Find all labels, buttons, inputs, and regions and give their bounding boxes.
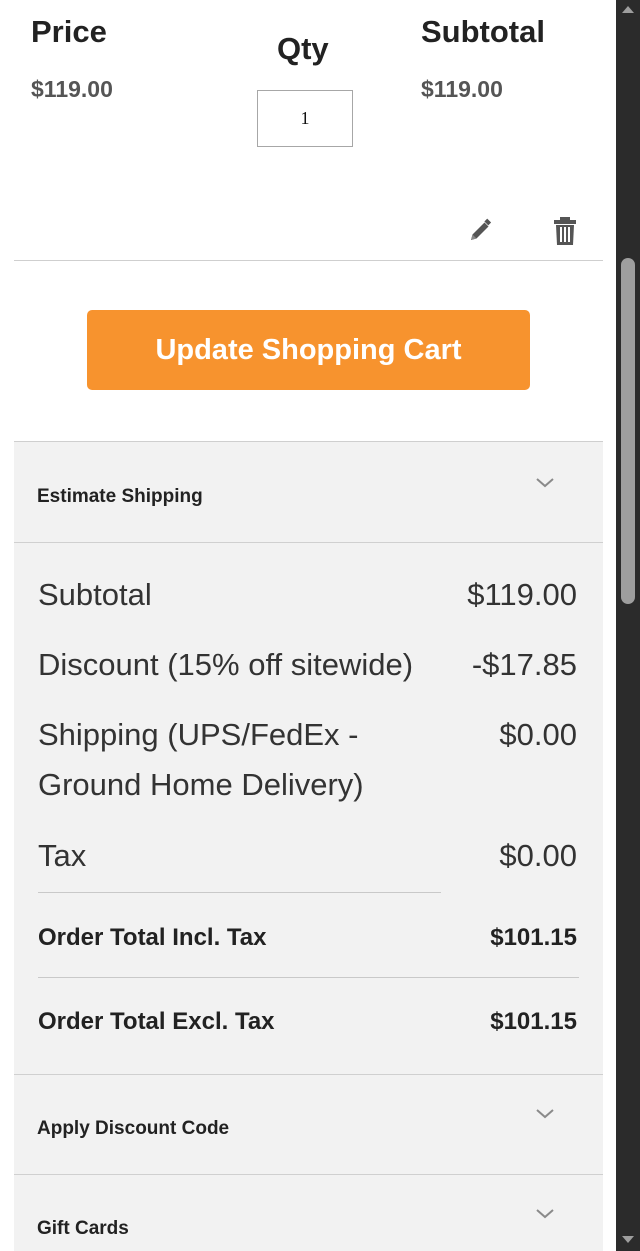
order-total-incl-value: $101.15	[490, 924, 577, 951]
scroll-up-arrow-icon[interactable]	[622, 6, 634, 13]
price-header: Price	[31, 14, 107, 49]
section-divider	[14, 542, 603, 543]
cart-page: Price Qty Subtotal $119.00 $119.00 Updat…	[0, 0, 616, 1251]
tax-divider	[38, 892, 441, 893]
item-subtotal: $119.00	[421, 76, 503, 102]
subtotal-label: Subtotal	[38, 577, 152, 612]
order-total-incl-label: Order Total Incl. Tax	[38, 924, 267, 951]
shipping-value: $0.00	[499, 717, 577, 752]
cart-summary-panel: Estimate Shipping Subtotal $119.00 Disco…	[14, 441, 603, 1251]
estimate-shipping-toggle[interactable]: Estimate Shipping	[14, 442, 603, 542]
discount-label: Discount (15% off sitewide)	[38, 647, 414, 682]
tax-value: $0.00	[499, 838, 577, 873]
delete-item-button[interactable]	[548, 214, 582, 248]
apply-discount-code-toggle[interactable]: Apply Discount Code	[14, 1075, 603, 1175]
chevron-down-icon	[536, 1209, 554, 1219]
tax-label: Tax	[38, 838, 87, 873]
discount-value: -$17.85	[471, 647, 577, 682]
shipping-label-line2: Ground Home Delivery)	[38, 767, 364, 802]
order-total-excl-value: $101.15	[490, 1008, 577, 1035]
qty-input[interactable]	[257, 90, 353, 147]
chevron-down-icon	[536, 1109, 554, 1119]
apply-discount-code-title: Apply Discount Code	[37, 1118, 230, 1139]
gift-cards-toggle[interactable]: Gift Cards	[14, 1175, 603, 1251]
vertical-scrollbar[interactable]	[616, 0, 640, 1251]
item-price: $119.00	[31, 76, 113, 102]
shipping-label-line1: Shipping (UPS/FedEx -	[38, 717, 359, 752]
pencil-icon	[471, 218, 492, 240]
scroll-down-arrow-icon[interactable]	[622, 1236, 634, 1243]
subtotal-header: Subtotal	[421, 14, 545, 49]
chevron-down-icon	[536, 478, 554, 488]
update-shopping-cart-button[interactable]: Update Shopping Cart	[87, 310, 530, 390]
qty-header: Qty	[277, 31, 329, 66]
gift-cards-title: Gift Cards	[37, 1218, 129, 1239]
trash-icon	[554, 217, 576, 245]
order-total-excl-label: Order Total Excl. Tax	[38, 1008, 275, 1035]
edit-item-button[interactable]	[463, 214, 497, 248]
estimate-shipping-title: Estimate Shipping	[37, 486, 203, 507]
item-divider	[14, 260, 603, 261]
scrollbar-thumb[interactable]	[621, 258, 635, 604]
total-divider	[38, 977, 579, 978]
subtotal-value: $119.00	[467, 577, 577, 612]
